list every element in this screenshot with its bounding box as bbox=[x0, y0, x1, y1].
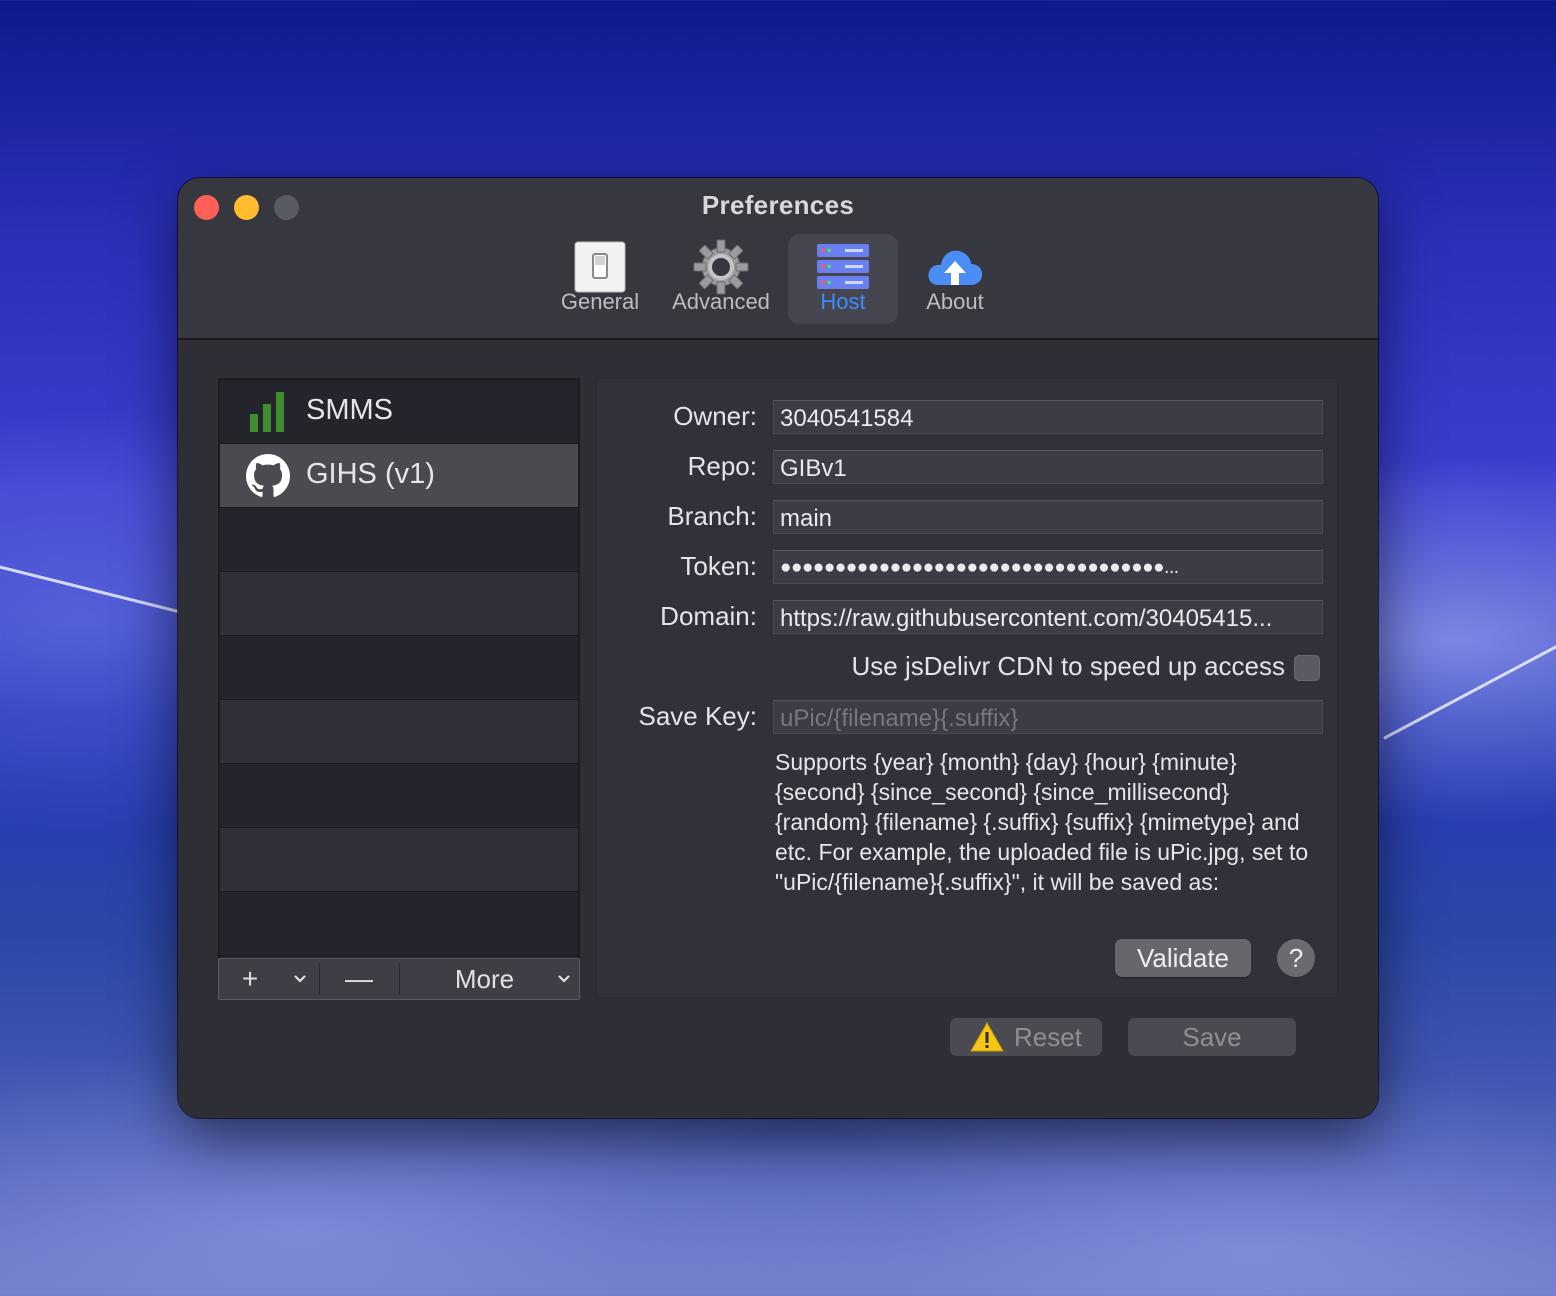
reset-button[interactable]: Reset bbox=[950, 1018, 1102, 1056]
tab-host[interactable]: Host bbox=[788, 234, 898, 324]
help-button[interactable]: ? bbox=[1277, 939, 1315, 977]
owner-label: Owner: bbox=[673, 401, 757, 431]
host-list-item-label: SMMS bbox=[306, 394, 393, 426]
token-field[interactable]: ●●●●●●●●●●●●●●●●●●●●●●●●●●●●●●●●●●●... bbox=[773, 550, 1323, 584]
wallpaper-streak bbox=[1383, 643, 1556, 740]
host-list-empty-row bbox=[220, 508, 578, 572]
warning-icon bbox=[970, 1022, 1004, 1052]
branch-field[interactable]: main bbox=[773, 500, 1323, 534]
host-list-item-gihs[interactable]: GIHS (v1) bbox=[220, 444, 578, 508]
token-label: Token: bbox=[680, 551, 757, 581]
chevron-down-icon bbox=[558, 975, 570, 983]
tab-about[interactable]: About bbox=[912, 234, 998, 324]
host-list[interactable]: SMMS GIHS (v1) bbox=[218, 378, 580, 960]
domain-label: Domain: bbox=[660, 601, 757, 631]
repo-field[interactable]: GIBv1 bbox=[773, 450, 1323, 484]
branch-label: Branch: bbox=[667, 501, 757, 531]
remove-host-button[interactable]: — bbox=[320, 959, 398, 999]
validate-button[interactable]: Validate bbox=[1115, 939, 1251, 977]
domain-field[interactable]: https://raw.githubusercontent.com/304054… bbox=[773, 600, 1323, 634]
save-key-field[interactable]: uPic/{filename}{.suffix} bbox=[773, 700, 1323, 734]
owner-field[interactable]: 3040541584 bbox=[773, 400, 1323, 434]
host-list-toolbar: + — More bbox=[218, 958, 580, 1000]
save-key-help-text: Supports {year} {month} {day} {hour} {mi… bbox=[775, 749, 1309, 895]
preferences-window: Preferences General Advanced Host About … bbox=[178, 178, 1378, 1118]
github-icon bbox=[246, 454, 290, 498]
switch-icon bbox=[554, 238, 646, 296]
cdn-checkbox-label: Use jsDelivr CDN to speed up access bbox=[851, 651, 1286, 681]
wallpaper-streak bbox=[0, 561, 198, 618]
host-list-item-label: GIHS (v1) bbox=[306, 458, 435, 490]
remove-host-label: — bbox=[345, 963, 373, 994]
window-title: Preferences bbox=[701, 190, 855, 220]
more-menu-label: More bbox=[454, 963, 515, 994]
host-list-empty-row bbox=[220, 572, 578, 636]
tab-general-label: General bbox=[560, 289, 640, 314]
tab-advanced[interactable]: Advanced bbox=[666, 234, 776, 324]
tab-general[interactable]: General bbox=[554, 234, 646, 324]
save-key-label: Save Key: bbox=[638, 701, 757, 731]
host-list-empty-row bbox=[220, 892, 578, 956]
add-host-label: + bbox=[241, 963, 259, 994]
add-host-menu-button[interactable] bbox=[281, 959, 319, 999]
chevron-down-icon bbox=[294, 975, 306, 983]
more-menu-button[interactable]: More bbox=[400, 959, 579, 999]
reset-label: Reset bbox=[1014, 1021, 1082, 1052]
cloud-upload-icon bbox=[912, 238, 998, 296]
host-list-empty-row bbox=[220, 764, 578, 828]
server-rack-icon bbox=[788, 238, 898, 296]
tab-host-label: Host bbox=[820, 289, 866, 314]
gear-icon bbox=[666, 238, 776, 296]
host-list-empty-row bbox=[220, 636, 578, 700]
add-host-button[interactable]: + bbox=[219, 959, 281, 999]
host-settings-panel: Owner: 3040541584 Repo: GIBv1 Branch: ma… bbox=[596, 378, 1338, 998]
save-button[interactable]: Save bbox=[1128, 1018, 1296, 1056]
repo-label: Repo: bbox=[687, 451, 757, 481]
host-list-empty-row bbox=[220, 828, 578, 892]
tab-about-label: About bbox=[926, 289, 984, 314]
tab-advanced-label: Advanced bbox=[672, 289, 770, 314]
signal-bars-icon bbox=[246, 390, 290, 434]
host-list-item-smms[interactable]: SMMS bbox=[220, 380, 578, 444]
cdn-checkbox[interactable] bbox=[1294, 655, 1320, 681]
host-list-empty-row bbox=[220, 700, 578, 764]
title-bar: Preferences General Advanced Host About bbox=[178, 178, 1378, 340]
